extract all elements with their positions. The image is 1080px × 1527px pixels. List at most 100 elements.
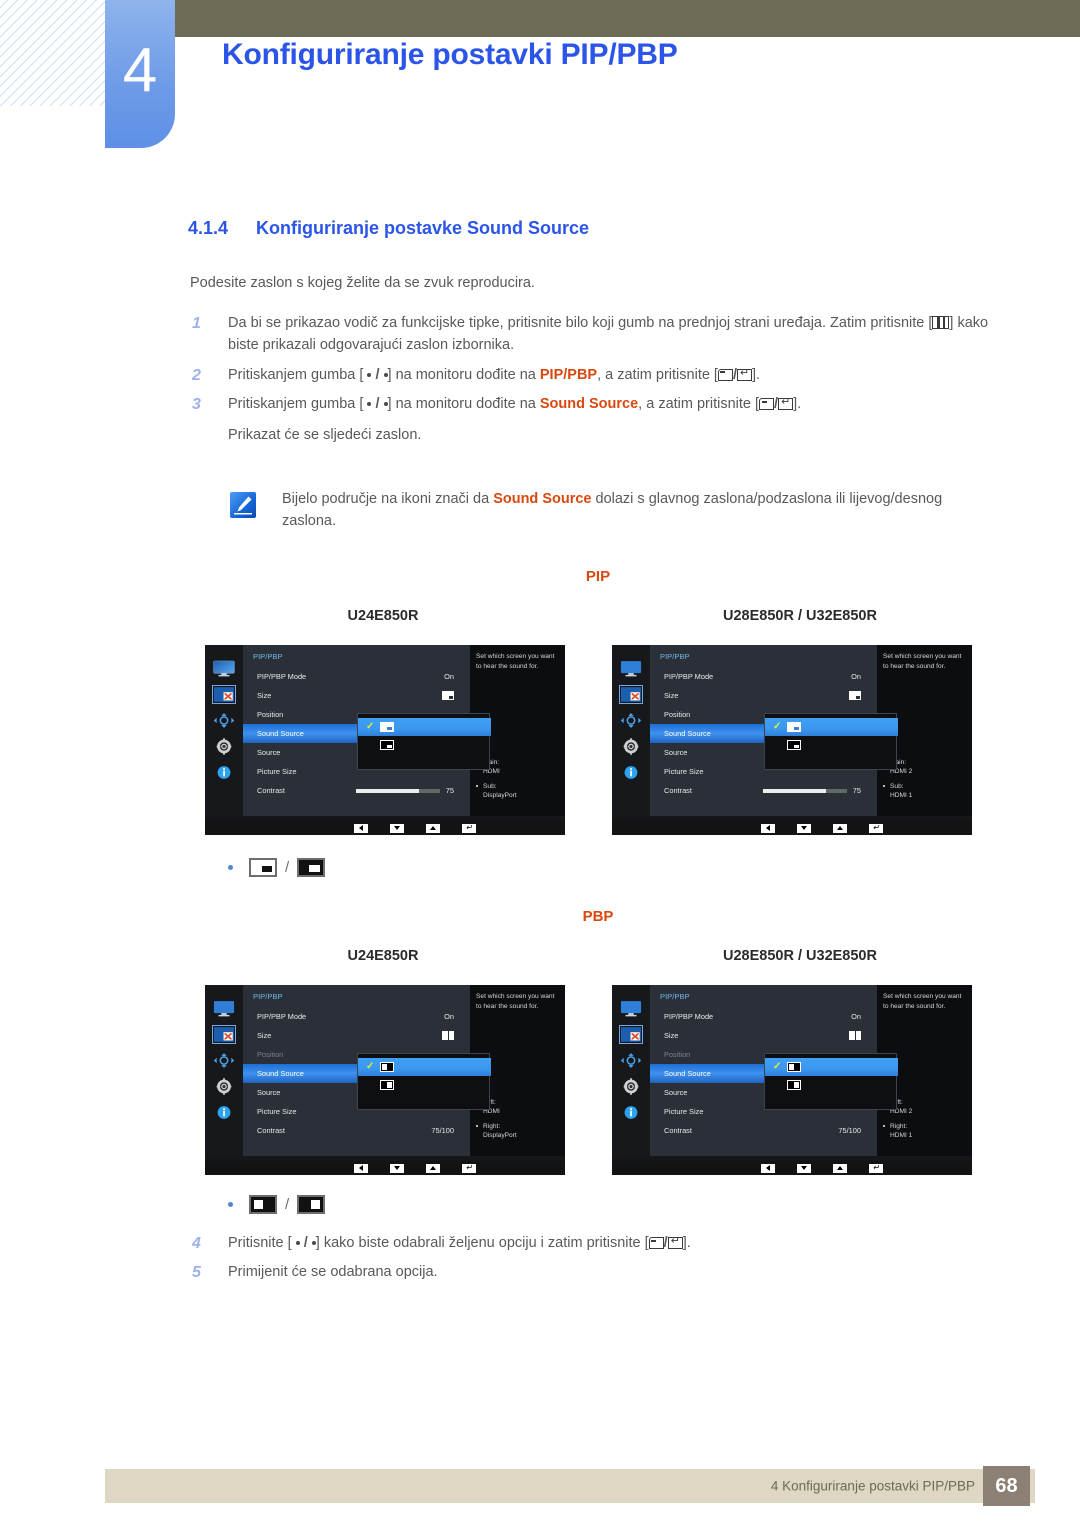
enter-button[interactable]: ↵ (462, 823, 476, 833)
slash-separator: / (371, 366, 384, 383)
down-button[interactable] (797, 1163, 811, 1173)
info-icon[interactable] (620, 1104, 642, 1121)
chapter-title: Konfiguriranje postavki PIP/PBP (222, 38, 678, 71)
info-icon[interactable] (620, 764, 642, 781)
up-button[interactable] (833, 823, 847, 833)
osd-row-mode[interactable]: PIP/PBP Mode On (650, 1007, 877, 1026)
gear-icon[interactable] (213, 1078, 235, 1095)
back-button[interactable] (354, 1163, 368, 1173)
step-number: 5 (192, 1264, 201, 1282)
step-2-text-b: ] na monitoru dođite na (387, 366, 540, 383)
enter-button[interactable]: ↵ (869, 1163, 883, 1173)
osd-row-label: Contrast (664, 1126, 692, 1135)
info-icon[interactable] (213, 764, 235, 781)
osd-row-mode[interactable]: PIP/PBP Mode On (243, 667, 470, 686)
sound-source-submenu: ✓ ✓ (357, 713, 491, 770)
position-arrows-icon[interactable] (213, 1052, 235, 1069)
monitor-icon[interactable] (213, 1000, 235, 1017)
submenu-option-main[interactable]: ✓ (358, 718, 491, 736)
enter-button[interactable]: ↵ (462, 1163, 476, 1173)
pip-pbp-icon[interactable] (619, 685, 643, 704)
checkmark-icon: ✓ (773, 1061, 782, 1072)
legend-pbp-right-icon (297, 1195, 326, 1214)
position-arrows-icon[interactable] (620, 712, 642, 729)
enter-button[interactable]: ↵ (869, 823, 883, 833)
osd-row-mode[interactable]: PIP/PBP Mode On (243, 1007, 470, 1026)
contrast-slider[interactable] (762, 788, 847, 793)
osd-help-text: Set which screen you want to hear the so… (883, 993, 962, 1010)
submenu-option-sub[interactable]: ✓ (771, 736, 890, 754)
osd-pbp-u24: PIP/PBP PIP/PBP Mode On Size Position Sou… (205, 985, 565, 1175)
down-button[interactable] (797, 823, 811, 833)
back-button[interactable] (761, 823, 775, 833)
osd-row-size[interactable]: Size (243, 686, 470, 705)
osd-row-contrast[interactable]: Contrast 75/100 (243, 1121, 470, 1140)
up-button[interactable] (426, 823, 440, 833)
down-button[interactable] (390, 1163, 404, 1173)
monitor-icon[interactable] (213, 660, 235, 677)
osd-row-label: Size (257, 1031, 272, 1040)
legend-pip-sub-icon (297, 858, 326, 877)
osd-menu-title: PIP/PBP (660, 992, 690, 1001)
gear-icon[interactable] (213, 738, 235, 755)
submenu-option-sub[interactable]: ✓ (364, 736, 483, 754)
pip-pbp-icon[interactable] (619, 1025, 643, 1044)
slash-separator: / (371, 396, 384, 413)
enter-key-icon (737, 368, 752, 381)
down-button[interactable] (390, 823, 404, 833)
note-text: Bijelo područje na ikoni znači da Sound … (282, 488, 990, 533)
submenu-option-left[interactable]: ✓ (358, 1058, 491, 1076)
monitor-icon[interactable] (620, 1000, 642, 1017)
osd-button-bar: ↵ (205, 1161, 565, 1175)
legend-pip-main-icon (249, 858, 277, 877)
step-number: 2 (192, 366, 201, 384)
osd-pip-u28-u32: PIP/PBP PIP/PBP Mode On Size Position Sou… (612, 645, 972, 835)
up-button[interactable] (833, 1163, 847, 1173)
enter-key-icon (778, 398, 794, 411)
steps-list-continued: 4 Pritisnite [ / ] kako biste odabrali ž… (190, 1232, 1002, 1291)
submenu-option-left[interactable]: ✓ (765, 1058, 898, 1076)
osd-row-size[interactable]: Size (243, 1026, 470, 1045)
legend-separator: / (285, 859, 290, 876)
submenu-option-right[interactable]: ✓ (771, 1076, 890, 1094)
checkmark-icon: ✓ (773, 721, 782, 732)
osd-row-label: Picture Size (664, 767, 704, 776)
osd-row-label: Contrast (664, 786, 692, 795)
osd-row-contrast[interactable]: Contrast 75 (650, 781, 877, 800)
position-arrows-icon[interactable] (213, 712, 235, 729)
pbp-left-screen-icon (380, 1062, 395, 1072)
back-button[interactable] (354, 823, 368, 833)
gear-icon[interactable] (620, 1078, 642, 1095)
submenu-option-main[interactable]: ✓ (765, 718, 898, 736)
menu-key-icon (932, 316, 950, 329)
footer-text: 4 Konfiguriranje postavki PIP/PBP (770, 1478, 975, 1494)
osd-help-text: Set which screen you want to hear the so… (476, 653, 555, 670)
up-button[interactable] (426, 1163, 440, 1173)
sound-source-submenu: ✓ ✓ (764, 713, 898, 770)
osd-row-label: Picture Size (257, 767, 297, 776)
contrast-slider[interactable] (355, 788, 440, 793)
osd-row-size[interactable]: Size (650, 686, 877, 705)
osd-row-contrast[interactable]: Contrast 75/100 (650, 1121, 877, 1140)
osd-row-contrast[interactable]: Contrast 75 (243, 781, 470, 800)
bullet-dot (228, 1202, 233, 1207)
section-heading: 4.1.4 Konfiguriranje postavke Sound Sourc… (188, 218, 589, 239)
source-label: Sub: (483, 782, 497, 790)
back-button[interactable] (761, 1163, 775, 1173)
osd-row-label: Source (257, 748, 281, 757)
osd-row-size[interactable]: Size (650, 1026, 877, 1045)
checkmark-icon: ✓ (366, 721, 375, 732)
pip-pbp-icon[interactable] (212, 685, 236, 704)
position-arrows-icon[interactable] (620, 1052, 642, 1069)
monitor-icon[interactable] (620, 660, 642, 677)
keyword-sound-source: Sound Source (539, 396, 639, 413)
info-icon[interactable] (213, 1104, 235, 1121)
gear-icon[interactable] (620, 738, 642, 755)
osd-row-mode[interactable]: PIP/PBP Mode On (650, 667, 877, 686)
osd-row-value: On (444, 672, 454, 681)
osd-menu-title: PIP/PBP (253, 992, 283, 1001)
size-pip-icon (442, 691, 454, 700)
submenu-option-right[interactable]: ✓ (364, 1076, 483, 1094)
pip-pbp-icon[interactable] (212, 1025, 236, 1044)
osd-sidebar (612, 645, 650, 816)
